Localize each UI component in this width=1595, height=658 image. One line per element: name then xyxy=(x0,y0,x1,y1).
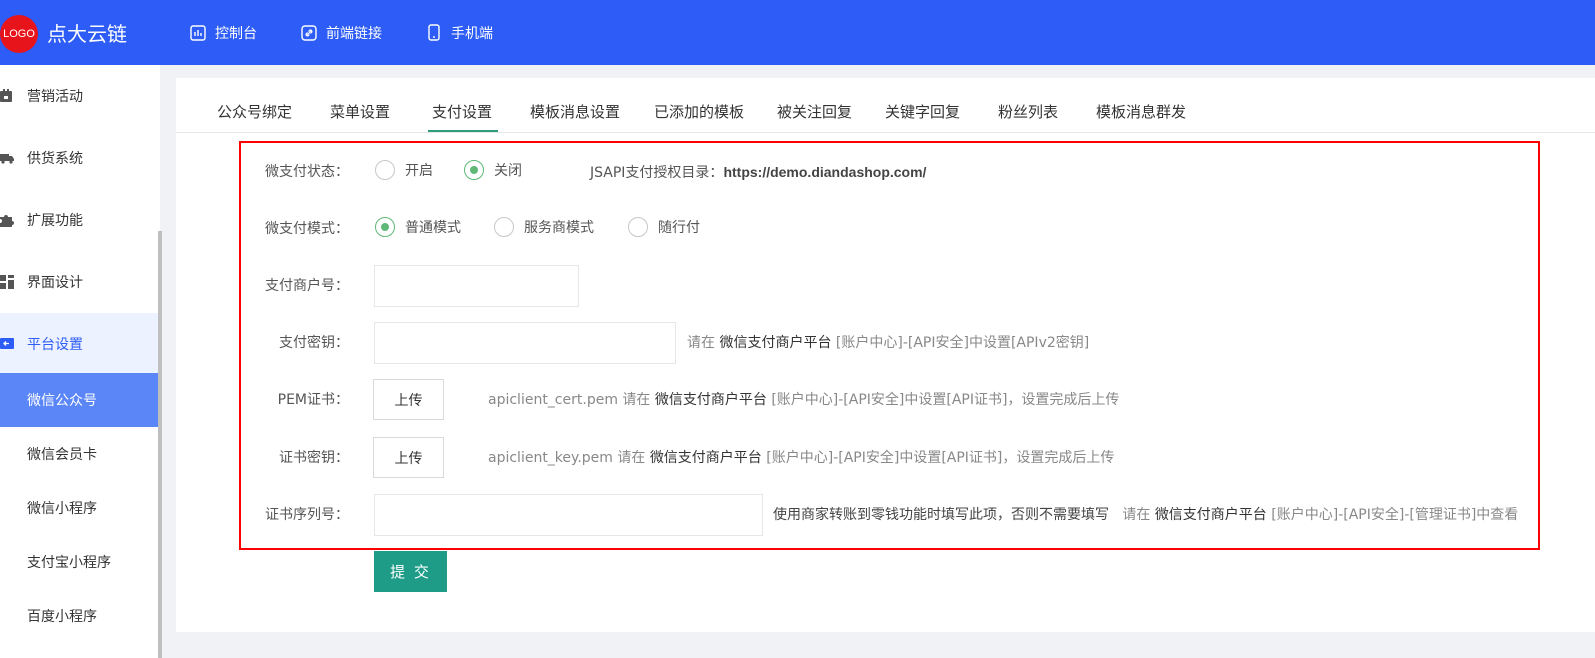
cert-serial-input[interactable] xyxy=(374,494,763,536)
active-tab-indicator xyxy=(428,130,498,132)
sidebar: 营销活动 供货系统 扩展功能 界面设计 平台设置 微信公众号 微信会员卡 微信小… xyxy=(0,65,160,658)
sidebar-sub-wechat-official[interactable]: 微信公众号 xyxy=(0,373,158,427)
tab-added-templates[interactable]: 已添加的模板 xyxy=(654,101,744,122)
radio-label: 服务商模式 xyxy=(524,220,594,236)
sidebar-item-label: 营销活动 xyxy=(27,89,83,105)
sidebar-item-label: 平台设置 xyxy=(27,337,83,353)
sidebar-item-marketing[interactable]: 营销活动 xyxy=(0,65,158,127)
sidebar-sub-alipay-miniprogram[interactable]: 支付宝小程序 xyxy=(0,535,158,589)
radio-label: 普通模式 xyxy=(405,220,461,236)
wechat-pay-platform-link: 微信支付商户平台 xyxy=(649,450,762,466)
sidebar-item-platform-settings[interactable]: 平台设置 xyxy=(0,313,158,375)
topnav-mobile[interactable]: 手机端 xyxy=(426,23,493,43)
link-icon xyxy=(301,24,317,42)
radio-status-on[interactable]: 开启 xyxy=(375,160,433,180)
sidebar-scrollbar[interactable] xyxy=(158,231,162,658)
sidebar-item-label: 界面设计 xyxy=(27,275,83,291)
sidebar-item-label: 供货系统 xyxy=(27,151,83,167)
pay-status-label: 微支付状态： xyxy=(265,164,349,180)
tab-payment-settings[interactable]: 支付设置 xyxy=(432,101,492,122)
tab-keyword-reply[interactable]: 关键字回复 xyxy=(885,101,960,122)
pay-key-hint: 请在 微信支付商户平台 [账户中心]-[API安全]中设置[APIv2密钥] xyxy=(687,335,1090,351)
cert-key-upload-button[interactable]: 上传 xyxy=(373,437,444,478)
merchant-id-label: 支付商户号： xyxy=(265,278,349,294)
dashboard-icon xyxy=(190,24,206,42)
sidebar-sub-wechat-miniprogram[interactable]: 微信小程序 xyxy=(0,481,158,535)
truck-icon xyxy=(0,151,14,165)
brand-name: 点大云链 xyxy=(47,22,127,46)
cert-serial-label: 证书序列号： xyxy=(265,507,349,523)
radio-mode-suixingfu[interactable]: 随行付 xyxy=(628,217,700,237)
tab-bar: 公众号绑定 菜单设置 支付设置 模板消息设置 已添加的模板 被关注回复 关键字回… xyxy=(176,78,1595,133)
settings-icon xyxy=(0,337,14,351)
calendar-icon xyxy=(0,89,14,103)
top-nav: 控制台 前端链接 手机端 xyxy=(190,0,537,65)
tab-follow-reply[interactable]: 被关注回复 xyxy=(777,101,852,122)
tab-template-mass-send[interactable]: 模板消息群发 xyxy=(1096,101,1186,122)
pay-mode-label: 微支付模式： xyxy=(265,221,349,237)
cert-key-hint: apiclient_key.pem 请在 微信支付商户平台 [账户中心]-[AP… xyxy=(488,450,1115,466)
cert-serial-hint: 使用商家转账到零钱功能时填写此项，否则不需要填写 请在 微信支付商户平台 [账户… xyxy=(773,507,1519,523)
sidebar-item-label: 扩展功能 xyxy=(27,213,83,229)
jsapi-label: JSAPI支付授权目录： xyxy=(590,165,724,181)
topnav-mobile-label: 手机端 xyxy=(451,25,493,42)
tab-fans-list[interactable]: 粉丝列表 xyxy=(998,101,1058,122)
sidebar-sub-wechat-card[interactable]: 微信会员卡 xyxy=(0,427,158,481)
merchant-id-input[interactable] xyxy=(374,265,579,307)
pem-cert-upload-button[interactable]: 上传 xyxy=(373,379,444,420)
radio-mode-normal[interactable]: 普通模式 xyxy=(375,217,461,237)
wechat-pay-platform-link: 微信支付商户平台 xyxy=(1154,507,1267,523)
topnav-frontend-links-label: 前端链接 xyxy=(326,25,382,42)
sidebar-item-ui-design[interactable]: 界面设计 xyxy=(0,251,158,313)
logo[interactable]: LOGO xyxy=(0,15,38,53)
radio-circle xyxy=(494,217,514,237)
radio-circle-checked xyxy=(375,217,395,237)
tab-menu-settings[interactable]: 菜单设置 xyxy=(330,101,390,122)
pem-cert-hint: apiclient_cert.pem 请在 微信支付商户平台 [账户中心]-[A… xyxy=(488,392,1120,408)
mobile-icon xyxy=(426,24,442,42)
puzzle-icon xyxy=(0,213,14,227)
jsapi-url: https://demo.diandashop.com/ xyxy=(723,164,927,180)
cert-key-label: 证书密钥： xyxy=(279,450,349,466)
sidebar-item-supply[interactable]: 供货系统 xyxy=(0,127,158,189)
radio-circle xyxy=(628,217,648,237)
pem-cert-label: PEM证书： xyxy=(277,392,349,408)
radio-circle xyxy=(375,160,395,180)
topnav-frontend-links[interactable]: 前端链接 xyxy=(301,23,382,43)
tab-template-message-settings[interactable]: 模板消息设置 xyxy=(530,101,620,122)
jsapi-directory: JSAPI支付授权目录：https://demo.diandashop.com/ xyxy=(590,162,926,182)
pay-key-label: 支付密钥： xyxy=(279,335,349,351)
top-bar: LOGO 点大云链 控制台 前端链接 手机端 xyxy=(0,0,1595,65)
radio-mode-service-provider[interactable]: 服务商模式 xyxy=(494,217,594,237)
layout-icon xyxy=(0,275,14,289)
wechat-pay-platform-link: 微信支付商户平台 xyxy=(654,392,767,408)
pay-key-input[interactable] xyxy=(374,322,676,364)
radio-label: 关闭 xyxy=(494,163,522,179)
topnav-dashboard[interactable]: 控制台 xyxy=(190,23,257,43)
sidebar-sub-baidu-miniprogram[interactable]: 百度小程序 xyxy=(0,589,158,643)
submit-button[interactable]: 提 交 xyxy=(374,551,447,592)
radio-circle-checked xyxy=(464,160,484,180)
wechat-pay-platform-link: 微信支付商户平台 xyxy=(719,335,832,351)
sidebar-item-extensions[interactable]: 扩展功能 xyxy=(0,189,158,251)
radio-label: 开启 xyxy=(405,163,433,179)
tab-account-binding[interactable]: 公众号绑定 xyxy=(217,101,292,122)
radio-status-off[interactable]: 关闭 xyxy=(464,160,522,180)
radio-label: 随行付 xyxy=(658,220,700,236)
topnav-dashboard-label: 控制台 xyxy=(215,25,257,42)
